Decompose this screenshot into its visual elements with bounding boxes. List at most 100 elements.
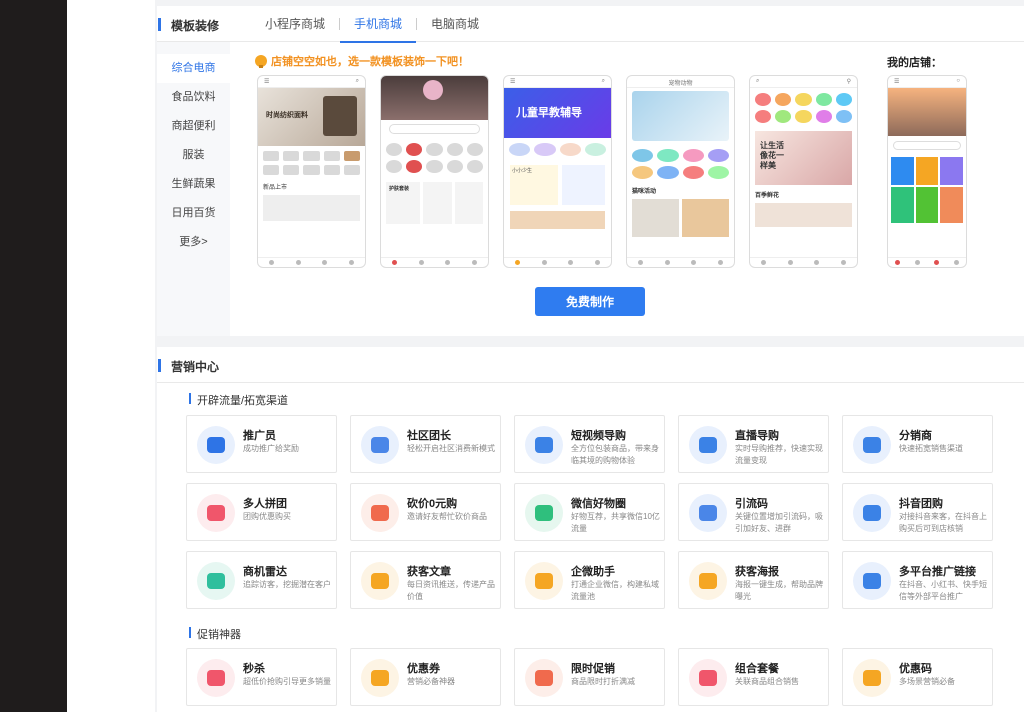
marketing-card-desc: 商品限时打折满减 <box>571 677 635 686</box>
marketing-card-desc: 团购优惠购买 <box>243 512 291 521</box>
code-icon <box>853 659 891 697</box>
marketing-card[interactable]: 社区团长 轻松开启社区消费新模式 <box>350 415 501 473</box>
marketing-card[interactable]: 限时促销 商品限时打折满减 <box>514 648 665 706</box>
phone-tabbar <box>504 257 611 267</box>
template-panel-header: 模板装修 小程序商城 手机商城 电脑商城 <box>157 6 1024 43</box>
template-preview-1[interactable]: ☰ ⌕ 时尚纺织面料 新品上市 <box>257 75 366 268</box>
marketing-card[interactable]: 引流码 关键位置增加引流码，吸引加好友、进群 <box>678 483 829 541</box>
link-icon <box>853 562 891 600</box>
marketing-card-name: 微信好物圈 <box>571 498 626 510</box>
marketing-card[interactable]: 优惠码 多场景营销必备 <box>842 648 993 706</box>
marketing-card-desc: 成功推广给奖励 <box>243 444 299 453</box>
brand-logo <box>423 80 443 100</box>
marketing-card[interactable]: 分销商 快速拓宽销售渠道 <box>842 415 993 473</box>
user-icon: ○ <box>956 78 960 84</box>
category-icon-grid <box>258 146 365 180</box>
group-icon <box>853 426 891 464</box>
marketing-card-name: 直播导购 <box>735 430 779 442</box>
my-shop-label: 我的店铺： <box>887 57 942 69</box>
tab-mini-program[interactable]: 小程序商城 <box>251 6 339 42</box>
category-item-fresh[interactable]: 生鲜蔬果 <box>157 170 230 199</box>
marketing-card-desc: 关联商品组合销售 <box>735 677 799 686</box>
marketing-panel: 营销中心 开辟流量/拓宽渠道 促销神器 推广员 成功推广给奖励 社区团长 轻松开启社区… <box>157 347 1024 712</box>
poster-icon <box>689 562 727 600</box>
marketing-card-name: 秒杀 <box>243 663 265 675</box>
template-preview-3[interactable]: ☰ ⌕ 儿童早教辅导 小小少生 <box>503 75 612 268</box>
template-preview-5[interactable]: ⌕ ⚲ 让生活像花一样美 百季鲜花 <box>749 75 858 268</box>
template-panel: 模板装修 小程序商城 手机商城 电脑商城 综合电商 食品饮料 商超便利 服装 生… <box>157 6 1024 336</box>
section-title-promotion: 促销神器 <box>189 626 241 642</box>
marketing-card[interactable]: 企微助手 打通企业微信，构建私域流量池 <box>514 551 665 609</box>
marketing-card[interactable]: 多平台推广链接在抖音、小红书、快手短信等外部平台推广 <box>842 551 993 609</box>
marketing-card-desc: 对接抖音来客，在抖音上购买后可到店核销 <box>899 512 987 533</box>
marketing-card-name: 获客海报 <box>735 566 779 578</box>
new-arrivals-label: 新品上市 <box>263 185 288 191</box>
shop-banner-image <box>888 88 966 136</box>
marketing-card[interactable]: 砍价0元购邀请好友帮忙砍价商品 <box>350 483 501 541</box>
marketing-card-desc: 快速拓宽销售渠道 <box>899 444 963 453</box>
promo-card: 小小少生 <box>510 165 558 205</box>
activity-label: 猫咪活动 <box>632 189 657 195</box>
category-item-clothing[interactable]: 服装 <box>157 141 230 170</box>
category-item-general[interactable]: 综合电商 <box>157 54 230 83</box>
marketing-card[interactable]: 组合套餐 关联商品组合销售 <box>678 648 829 706</box>
marketing-card-name: 多平台推广链接 <box>899 566 976 578</box>
marketing-card[interactable]: 抖音团购 对接抖音来客，在抖音上购买后可到店核销 <box>842 483 993 541</box>
marketing-card[interactable]: 推广员成功推广给奖励 <box>186 415 337 473</box>
marketing-card[interactable]: 优惠券 营销必备神器 <box>350 648 501 706</box>
marketing-card-desc: 邀请好友帮忙砍价商品 <box>407 512 487 521</box>
marketing-card-name: 企微助手 <box>571 566 615 578</box>
template-banner-title: 时尚纺织面料 <box>266 112 308 119</box>
category-item-food[interactable]: 食品饮料 <box>157 83 230 112</box>
tab-pc-shop[interactable]: 电脑商城 <box>417 6 493 42</box>
free-create-button[interactable]: 免费制作 <box>535 287 645 316</box>
phone-tabbar <box>750 257 857 267</box>
marketing-card[interactable]: 直播导购 实时导购推荐，快速实现流量变现 <box>678 415 829 473</box>
product-card: 护肤套装 <box>386 182 421 224</box>
marketing-card[interactable]: 商机雷达 追踪访客，挖掘潜在客户 <box>186 551 337 609</box>
template-banner: 时尚纺织面料 <box>258 88 365 146</box>
marketing-card[interactable]: 秒杀 超低价抢购引导更多销量 <box>186 648 337 706</box>
template-preview-4[interactable]: 宠物动物 猫咪活动 <box>626 75 735 268</box>
marketing-card[interactable]: 短视频导购 全方位包装商品，带来身临其境的购物体验 <box>514 415 665 473</box>
marketing-card-desc: 在抖音、小红书、快手短信等外部平台推广 <box>899 580 987 601</box>
marketing-card-name: 获客文章 <box>407 566 451 578</box>
marketing-card-name: 优惠码 <box>899 663 932 675</box>
marketing-card[interactable]: 微信好物圈 好物互荐，共享微信10亿流量 <box>514 483 665 541</box>
marketing-card[interactable]: 多人拼团 团购优惠购买 <box>186 483 337 541</box>
marketing-card-name: 推广员 <box>243 430 276 442</box>
marketing-card-desc: 追踪访客，挖掘潜在客户 <box>243 580 331 589</box>
product-image <box>510 211 605 229</box>
marketing-card[interactable]: 获客文章 每日资讯推送，传递产品价值 <box>350 551 501 609</box>
phone-tabbar <box>888 257 966 267</box>
tab-mobile-shop[interactable]: 手机商城 <box>340 6 417 43</box>
chat-icon <box>525 562 563 600</box>
phone-tabbar <box>381 257 488 267</box>
category-icon-grid <box>750 88 857 128</box>
marketing-card-desc: 海报一键生成，帮助品牌曝光 <box>735 580 823 601</box>
my-shop-preview[interactable]: ☰ ○ <box>887 75 967 268</box>
category-item-daily[interactable]: 日用百货 <box>157 199 230 228</box>
basket-icon <box>689 659 727 697</box>
template-header-title: 宠物动物 <box>668 81 693 87</box>
marketing-card-desc: 全方位包装商品，带来身临其境的购物体验 <box>571 444 659 465</box>
product-image <box>263 195 360 221</box>
search-icon: ⌕ <box>756 78 760 84</box>
marketing-panel-title: 营销中心 <box>157 359 220 374</box>
lightbulb-icon <box>255 55 267 68</box>
phone-tabbar <box>627 257 734 267</box>
category-item-supermarket[interactable]: 商超便利 <box>157 112 230 141</box>
marketing-card-desc: 营销必备神器 <box>407 677 455 686</box>
radar-icon <box>197 562 235 600</box>
template-banner: 儿童早教辅导 <box>504 88 611 138</box>
megaphone-icon <box>197 426 235 464</box>
phone-status-bar: 宠物动物 <box>627 76 734 88</box>
template-preview-2[interactable]: 护肤套装 <box>380 75 489 268</box>
category-item-more[interactable]: 更多> <box>157 228 230 257</box>
search-icon: ⌕ <box>355 78 359 84</box>
phone-status-bar: ☰ ⌕ <box>258 76 365 88</box>
flash-icon <box>197 659 235 697</box>
sub-nav-area <box>67 0 155 712</box>
marketing-card[interactable]: 获客海报海报一键生成，帮助品牌曝光 <box>678 551 829 609</box>
marketing-card-name: 砍价0元购 <box>407 498 458 510</box>
